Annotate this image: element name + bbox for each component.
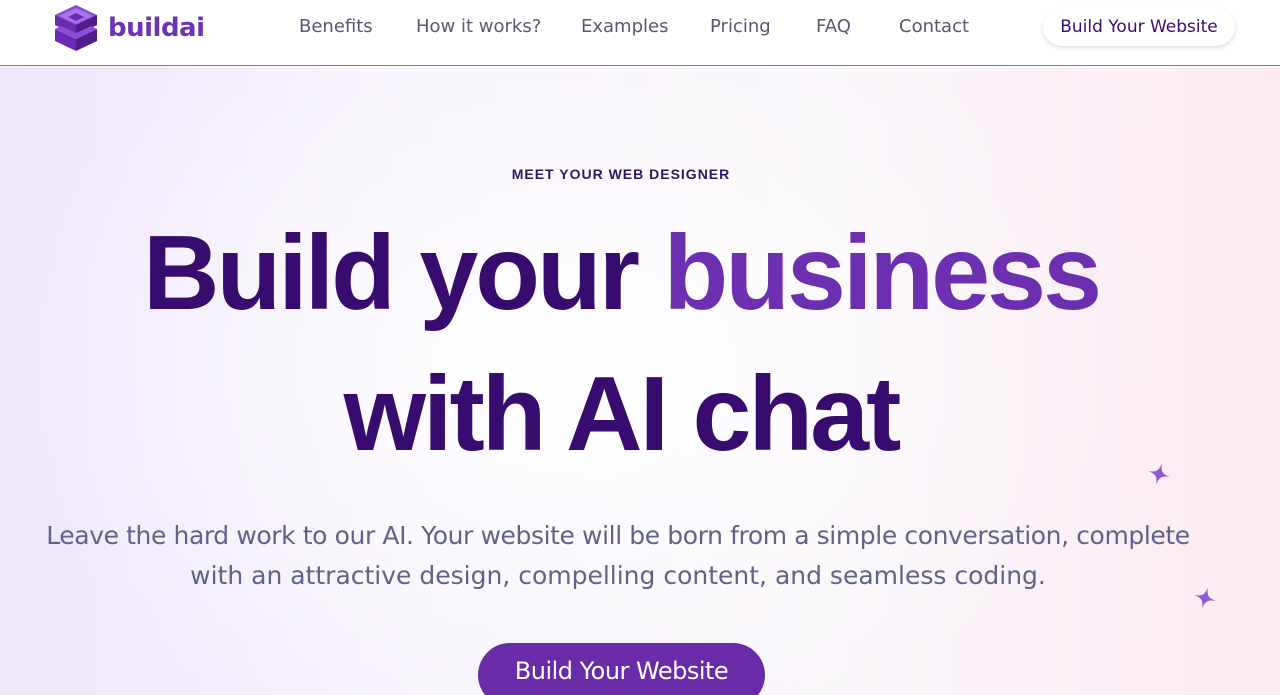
nav-link-how-it-works[interactable]: How it works?	[416, 16, 541, 37]
hero-build-website-button[interactable]: Build Your Website	[478, 643, 765, 695]
hero-headline-line-2: with AI chat	[0, 354, 1242, 474]
headline-text-dark: Build your	[142, 214, 664, 332]
hero-eyebrow: MEET YOUR WEB DESIGNER	[511, 166, 731, 182]
nav-link-examples[interactable]: Examples	[581, 16, 668, 37]
sparkle-icon	[1147, 462, 1171, 486]
nav-link-contact[interactable]: Contact	[899, 16, 969, 37]
top-navigation-bar: buildai Benefits How it works? Examples …	[0, 0, 1280, 66]
header-build-website-button[interactable]: Build Your Website	[1043, 8, 1235, 46]
hero-description-line-1: Leave the hard work to our AI. Your webs…	[46, 521, 1190, 550]
headline-text-dark-2: with AI chat	[343, 355, 902, 473]
hero-section: MEET YOUR WEB DESIGNER Build your busine…	[0, 67, 1280, 695]
sparkle-icon	[1193, 586, 1217, 610]
nav-link-faq[interactable]: FAQ	[816, 16, 851, 37]
hero-headline-line-1: Build your business	[0, 213, 1242, 333]
hero-description: Leave the hard work to our AI. Your webs…	[0, 516, 1236, 596]
hero-description-line-2: with an attractive design, compelling co…	[190, 561, 1046, 590]
nav-link-pricing[interactable]: Pricing	[710, 16, 771, 37]
landing-page: buildai Benefits How it works? Examples …	[0, 0, 1280, 695]
headline-text-accent: business	[663, 214, 1103, 332]
nav-link-benefits[interactable]: Benefits	[299, 16, 373, 37]
